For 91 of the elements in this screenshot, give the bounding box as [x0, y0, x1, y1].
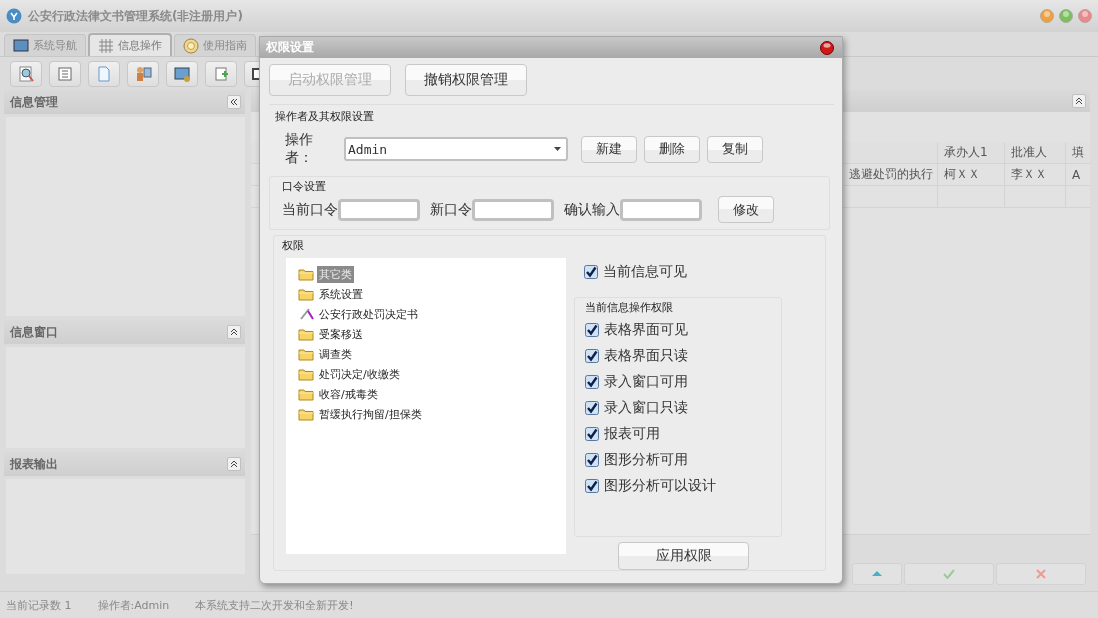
expand-button[interactable]: [227, 325, 241, 339]
x-icon: [1035, 569, 1047, 579]
checkbox-label: 报表可用: [604, 425, 660, 443]
checkbox-label: 录入窗口可用: [604, 373, 688, 391]
folder-icon: [298, 407, 314, 421]
panel-title: 报表输出: [10, 455, 58, 473]
action-button[interactable]: 复制: [707, 135, 763, 163]
table-cell: 柯ＸＸ: [938, 164, 1005, 185]
checkbox-label: 表格界面可见: [604, 321, 688, 339]
panel-title: 信息窗口: [10, 323, 58, 341]
double-chevron-up-icon: [229, 459, 239, 469]
window-title: 公安行政法律文书管理系统(非注册用户): [28, 7, 243, 25]
status-text: 当前记录数 1: [6, 597, 72, 613]
monitor-icon: [173, 64, 191, 83]
apply-button[interactable]: 应用权限: [618, 542, 749, 570]
field-label: 当前口令: [282, 200, 338, 219]
tree-item[interactable]: 收容/戒毒类: [317, 385, 380, 403]
toolbar-button[interactable]: [10, 60, 42, 87]
group-title: 权限: [282, 238, 305, 253]
tree-item[interactable]: 暂缓执行拘留/担保类: [317, 405, 424, 423]
checkbox-label: 表格界面只读: [604, 347, 688, 365]
action-button[interactable]: 新建: [581, 135, 637, 163]
checkbox-label: 当前信息可见: [603, 263, 687, 281]
search-icon: [17, 64, 35, 83]
column-header[interactable]: 批准人: [1005, 142, 1066, 163]
collapse-button[interactable]: [227, 95, 241, 109]
expand-button[interactable]: [227, 457, 241, 471]
tab[interactable]: 信息操作: [88, 33, 172, 56]
dropdown-arrow-icon: [553, 146, 562, 152]
list-icon: [56, 64, 74, 83]
checkbox[interactable]: [585, 401, 599, 415]
expand-button[interactable]: [1072, 94, 1086, 108]
checkbox-label: 图形分析可用: [604, 451, 688, 469]
checkbox[interactable]: [585, 453, 599, 467]
tree-item[interactable]: 处罚决定/收缴类: [317, 365, 402, 383]
table-cell-text: A: [1071, 166, 1082, 184]
checkbox[interactable]: [585, 375, 599, 389]
field-label: 确认输入: [564, 200, 620, 219]
status-text: 本系统支持二次开发和全新开发!: [195, 597, 354, 613]
toolbar-button[interactable]: [166, 60, 198, 87]
column-header[interactable]: 承办人1: [938, 142, 1005, 163]
coin-icon: [183, 37, 199, 54]
field-label: 操作者：: [285, 131, 314, 167]
group-title: 操作者及其权限设置: [275, 109, 375, 124]
user-icon: [134, 64, 152, 83]
folder-icon: [298, 387, 314, 401]
checkbox-label: 录入窗口只读: [604, 399, 688, 417]
monitor-icon: [13, 37, 29, 54]
tree-item[interactable]: 公安行政处罚决定书: [317, 305, 420, 323]
checkbox[interactable]: [585, 349, 599, 363]
tree-item[interactable]: 系统设置: [317, 285, 365, 303]
folder-icon: [298, 287, 314, 301]
close-button[interactable]: [820, 40, 834, 55]
app-logo-icon: [6, 8, 22, 24]
checkbox[interactable]: [585, 323, 599, 337]
tree-item[interactable]: 受案移送: [317, 325, 365, 343]
checkbox-label: 图形分析可以设计: [604, 477, 716, 495]
password-field[interactable]: [620, 198, 702, 221]
group-title: 当前信息操作权限: [585, 300, 674, 315]
table-cell: 李ＸＸ: [1005, 164, 1066, 185]
double-chevron-up-icon: [1074, 96, 1084, 106]
double-chevron-up-icon: [229, 327, 239, 337]
password-field[interactable]: [338, 198, 420, 221]
folder-icon: [298, 367, 314, 381]
document-icon: [95, 64, 113, 83]
column-header[interactable]: 填: [1066, 142, 1090, 163]
check-icon: [943, 569, 955, 579]
checkbox[interactable]: [584, 265, 598, 279]
checkbox[interactable]: [585, 427, 599, 441]
modify-button[interactable]: 修改: [718, 196, 774, 223]
toolbar-button[interactable]: [127, 60, 159, 87]
panel-title: 信息管理: [10, 93, 58, 111]
up-triangle-icon: [871, 569, 883, 579]
wand-icon: [298, 307, 314, 321]
password-field[interactable]: [472, 198, 554, 221]
add-icon: [212, 64, 230, 83]
action-button[interactable]: 删除: [644, 135, 700, 163]
field-label: 新口令: [430, 200, 472, 219]
toolbar-button[interactable]: [205, 60, 237, 87]
folder-icon: [298, 267, 314, 281]
folder-icon: [298, 327, 314, 341]
dialog-title: 权限设置: [266, 39, 314, 56]
grid-icon: [98, 37, 114, 54]
folder-icon: [298, 347, 314, 361]
checkbox[interactable]: [585, 479, 599, 493]
toolbar-button[interactable]: [49, 60, 81, 87]
permission-button[interactable]: 撤销权限管理: [405, 64, 527, 96]
double-chevron-left-icon: [229, 97, 239, 107]
operator-dropdown[interactable]: Admin: [344, 137, 568, 161]
status-text: 操作者:Admin: [97, 597, 170, 613]
tree-item[interactable]: 调查类: [317, 345, 354, 363]
